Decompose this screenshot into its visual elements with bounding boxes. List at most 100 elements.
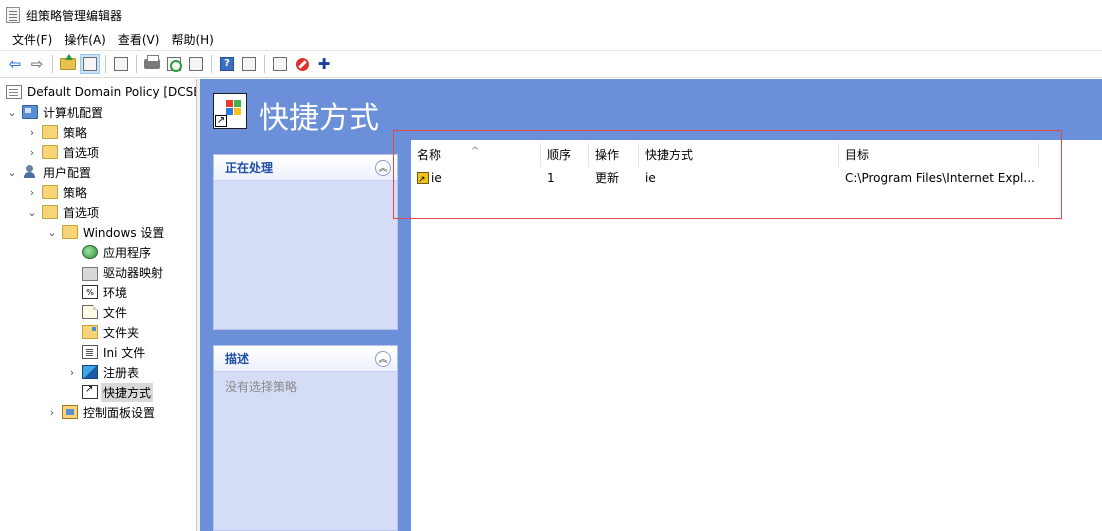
show-hide-tree-icon bbox=[83, 57, 97, 71]
folder-icon bbox=[42, 185, 58, 199]
tree-item-shortcuts[interactable]: 快捷方式 bbox=[82, 382, 154, 402]
tree-item-registry[interactable]: › 注册表 bbox=[66, 362, 141, 382]
menu-help[interactable]: 帮助(H) bbox=[165, 31, 219, 49]
chevron-right-icon[interactable]: › bbox=[26, 126, 38, 139]
chevron-down-icon[interactable]: ⌄ bbox=[46, 226, 58, 239]
list-header: 名称 ^ 顺序 操作 快捷方式 目标 bbox=[411, 143, 1039, 167]
column-header-name[interactable]: 名称 ^ bbox=[411, 143, 541, 167]
folder-icon bbox=[82, 325, 98, 339]
folder-icon bbox=[62, 225, 78, 239]
menu-action[interactable]: 操作(A) bbox=[58, 31, 112, 49]
policy-doc-icon bbox=[6, 85, 22, 99]
processing-panel-title: 正在处理 bbox=[225, 161, 274, 175]
collapse-icon[interactable]: ︽ bbox=[375, 159, 391, 176]
tree-item-computer-preferences[interactable]: › 首选项 bbox=[26, 142, 101, 162]
add-icon: ✚ bbox=[317, 54, 331, 73]
column-header-target[interactable]: 目标 bbox=[839, 143, 1039, 167]
chevron-down-icon[interactable]: ⌄ bbox=[6, 166, 18, 179]
toolbar-separator bbox=[211, 55, 212, 73]
content-header: ↗ 快捷方式 bbox=[200, 79, 1102, 139]
tree-item-folders[interactable]: 文件夹 bbox=[82, 322, 141, 342]
tree-item-control-panel-settings[interactable]: › 控制面板设置 bbox=[46, 402, 157, 422]
tree-item-computer-policies[interactable]: › 策略 bbox=[26, 122, 89, 142]
folder-icon bbox=[42, 125, 58, 139]
tree-item-environment[interactable]: % 环境 bbox=[82, 282, 129, 302]
tree-item-default-domain-policy[interactable]: Default Domain Policy [DCSE bbox=[6, 82, 196, 102]
forward-icon: ⇨ bbox=[30, 54, 44, 73]
cell-target: C:\Program Files\Internet Expl... bbox=[845, 171, 1035, 185]
collapse-icon[interactable]: ︽ bbox=[375, 350, 391, 367]
toolbar-separator bbox=[136, 55, 137, 73]
chevron-right-icon[interactable]: › bbox=[26, 186, 38, 199]
control-panel-icon bbox=[62, 405, 78, 419]
menu-file[interactable]: 文件(F) bbox=[6, 31, 58, 49]
print-button[interactable] bbox=[142, 54, 162, 74]
cell-name: ie bbox=[411, 168, 541, 188]
export-icon bbox=[189, 57, 203, 71]
processing-panel-body bbox=[214, 181, 397, 193]
print-icon bbox=[144, 55, 160, 69]
tree-item-user-config[interactable]: ⌄ 用户配置 bbox=[6, 162, 93, 182]
tree-item-computer-config[interactable]: ⌄ 计算机配置 bbox=[6, 102, 105, 122]
shortcut-item-icon bbox=[417, 170, 429, 188]
action-pane-button[interactable] bbox=[239, 54, 259, 74]
refresh-icon bbox=[167, 57, 182, 72]
shortcut-large-icon: ↗ bbox=[213, 93, 247, 129]
tree-item-applications[interactable]: 应用程序 bbox=[82, 242, 153, 262]
chevron-down-icon[interactable]: ⌄ bbox=[26, 206, 38, 219]
show-hide-tree-button[interactable] bbox=[80, 54, 100, 74]
title-bar: 组策略管理编辑器 bbox=[0, 0, 1102, 30]
column-header-shortcut[interactable]: 快捷方式 bbox=[639, 143, 839, 167]
window-title: 组策略管理编辑器 bbox=[26, 8, 123, 23]
cell-shortcut: ie bbox=[645, 171, 656, 185]
shortcuts-list: 名称 ^ 顺序 操作 快捷方式 目标 ie 1 更新 ie C:\Program… bbox=[411, 140, 1102, 531]
action-pane-icon bbox=[242, 57, 256, 71]
tree-item-drive-maps[interactable]: 驱动器映射 bbox=[82, 262, 165, 282]
tree-item-user-policies[interactable]: › 策略 bbox=[26, 182, 89, 202]
toolbar-separator bbox=[264, 55, 265, 73]
description-panel-body: 没有选择策略 bbox=[225, 380, 298, 394]
sort-ascending-icon: ^ bbox=[471, 146, 480, 157]
cell-order: 1 bbox=[547, 171, 555, 185]
new-icon bbox=[273, 57, 287, 71]
help-button[interactable]: ? bbox=[217, 54, 237, 74]
toolbar-separator bbox=[105, 55, 106, 73]
properties-button[interactable] bbox=[111, 54, 131, 74]
back-button[interactable]: ⇦ bbox=[5, 54, 25, 74]
navigation-tree: Default Domain Policy [DCSE ⌄ 计算机配置 › 策略… bbox=[0, 79, 196, 531]
new-button[interactable] bbox=[270, 54, 290, 74]
refresh-button[interactable] bbox=[164, 54, 184, 74]
stop-icon bbox=[295, 57, 309, 71]
tree-item-files[interactable]: 文件 bbox=[82, 302, 129, 322]
tree-item-ini-files[interactable]: Ini 文件 bbox=[82, 342, 147, 362]
chevron-right-icon[interactable]: › bbox=[26, 146, 38, 159]
up-button[interactable] bbox=[58, 54, 78, 74]
chevron-down-icon[interactable]: ⌄ bbox=[6, 106, 18, 119]
processing-panel: 正在处理 ︽ bbox=[213, 154, 398, 330]
environment-icon: % bbox=[82, 285, 98, 299]
column-header-action[interactable]: 操作 bbox=[589, 143, 639, 167]
folder-icon bbox=[42, 205, 58, 219]
column-header-order[interactable]: 顺序 bbox=[541, 143, 589, 167]
page-title: 快捷方式 bbox=[259, 101, 379, 136]
file-icon bbox=[82, 305, 98, 319]
registry-icon bbox=[82, 365, 98, 379]
processing-panel-header: 正在处理 ︽ bbox=[214, 155, 397, 181]
add-button[interactable]: ✚ bbox=[314, 54, 334, 74]
stop-button[interactable] bbox=[292, 54, 312, 74]
tree-item-user-preferences[interactable]: ⌄ 首选项 bbox=[26, 202, 101, 222]
table-row[interactable]: ie 1 更新 ie C:\Program Files\Internet Exp… bbox=[411, 168, 1039, 188]
help-icon: ? bbox=[220, 57, 234, 71]
back-icon: ⇦ bbox=[8, 54, 22, 73]
export-button[interactable] bbox=[186, 54, 206, 74]
tree-item-windows-settings[interactable]: ⌄ Windows 设置 bbox=[46, 222, 166, 242]
toolbar-separator bbox=[52, 55, 53, 73]
forward-button[interactable]: ⇨ bbox=[27, 54, 47, 74]
gpo-editor-app-icon bbox=[6, 7, 20, 23]
chevron-right-icon[interactable]: › bbox=[66, 366, 78, 379]
menu-bar: 文件(F) 操作(A) 查看(V) 帮助(H) bbox=[0, 30, 1102, 51]
folder-icon bbox=[42, 145, 58, 159]
menu-view[interactable]: 查看(V) bbox=[112, 31, 166, 49]
up-icon bbox=[60, 54, 76, 70]
chevron-right-icon[interactable]: › bbox=[46, 406, 58, 419]
